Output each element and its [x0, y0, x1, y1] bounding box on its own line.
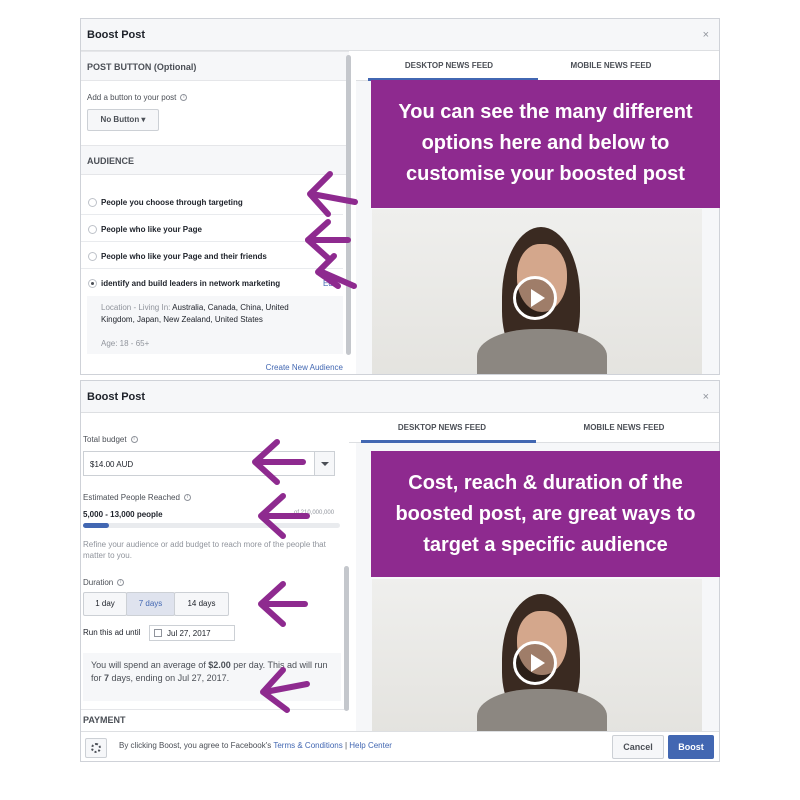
radio-button[interactable]: [88, 225, 97, 234]
video-thumbnail[interactable]: [372, 579, 702, 733]
terms-link[interactable]: Terms & Conditions: [273, 741, 342, 750]
dialog-header: Boost Post ×: [81, 19, 719, 51]
duration-label-row: Duration i: [83, 578, 125, 587]
audience-option-label: People who like your Page: [101, 225, 202, 234]
person-shirt: [477, 329, 607, 374]
dialog-title: Boost Post: [87, 391, 146, 403]
close-icon[interactable]: ×: [703, 391, 709, 403]
info-icon[interactable]: i: [180, 94, 188, 102]
boost-button[interactable]: Boost: [668, 735, 714, 759]
callout-top: You can see the many different options h…: [371, 80, 720, 208]
run-until-label: Run this ad until: [83, 628, 141, 637]
info-icon[interactable]: i: [117, 579, 125, 587]
add-button-label-row: Add a button to your post i: [87, 93, 188, 102]
preview-tabs: DESKTOP NEWS FEED MOBILE NEWS FEED: [349, 413, 719, 443]
summary-suffix: days, ending on Jul 27, 2017.: [109, 673, 230, 683]
help-center-link[interactable]: Help Center: [349, 741, 392, 750]
create-new-audience-link[interactable]: Create New Audience: [266, 363, 343, 372]
arrow-left-icon: [305, 171, 358, 289]
location-text: Location - Living In: Australia, Canada,…: [101, 302, 301, 326]
play-icon[interactable]: [513, 276, 557, 320]
radio-button-selected[interactable]: [88, 279, 97, 288]
dialog-title: Boost Post: [87, 29, 146, 41]
reach-bar-fill: [83, 523, 109, 528]
person-shirt: [477, 689, 607, 733]
tab-desktop-news-feed[interactable]: DESKTOP NEWS FEED: [374, 61, 524, 70]
age-text: Age: 18 - 65+: [101, 339, 150, 348]
close-icon[interactable]: ×: [703, 29, 709, 41]
post-button-section-title: POST BUTTON (Optional): [87, 62, 197, 72]
tab-mobile-news-feed[interactable]: MOBILE NEWS FEED: [536, 61, 686, 70]
audience-option-label: identify and build leaders in network ma…: [101, 279, 281, 288]
post-button-select[interactable]: No Button ▾: [87, 109, 159, 131]
budget-value: $14.00 AUD: [90, 460, 134, 469]
audience-option-label: People you choose through targeting: [101, 198, 243, 207]
calendar-icon: [154, 629, 162, 637]
info-icon[interactable]: i: [130, 436, 138, 444]
callout-bottom: Cost, reach & duration of the boosted po…: [371, 451, 720, 577]
dialog-footer: By clicking Boost, you agree to Facebook…: [81, 731, 719, 761]
estimated-reach-label-row: Estimated People Reached i: [83, 493, 191, 502]
estimated-reach-label: Estimated People Reached: [83, 493, 180, 502]
radio-button[interactable]: [88, 252, 97, 261]
duration-label: Duration: [83, 578, 114, 587]
video-thumbnail[interactable]: [372, 209, 702, 374]
audience-option-label: People who like your Page and their frie…: [101, 252, 267, 261]
radio-button[interactable]: [88, 198, 97, 207]
summary-amount: $2.00: [208, 660, 231, 670]
end-date-field[interactable]: Jul 27, 2017: [149, 625, 235, 641]
play-icon[interactable]: [513, 641, 557, 685]
payment-section-title: PAYMENT: [83, 715, 126, 725]
duration-1-day-button[interactable]: 1 day: [83, 592, 127, 616]
scrollbar[interactable]: [344, 566, 349, 711]
chevron-shape: [321, 462, 329, 466]
tab-desktop-news-feed[interactable]: DESKTOP NEWS FEED: [367, 423, 517, 432]
footer-text: By clicking Boost, you agree to Facebook…: [119, 741, 274, 750]
reach-range: 5,000 - 13,000 people: [83, 510, 163, 519]
total-budget-label: Total budget: [83, 435, 127, 444]
end-date-value: Jul 27, 2017: [167, 629, 211, 638]
gear-icon[interactable]: [85, 738, 107, 758]
audience-section-title: AUDIENCE: [87, 156, 135, 166]
tab-mobile-news-feed[interactable]: MOBILE NEWS FEED: [544, 423, 704, 432]
dialog-header: Boost Post ×: [81, 381, 719, 413]
duration-14-days-button[interactable]: 14 days: [174, 592, 229, 616]
total-budget-label-row: Total budget i: [83, 435, 138, 444]
active-tab-indicator: [361, 440, 536, 443]
footer-terms-text: By clicking Boost, you agree to Facebook…: [119, 741, 392, 750]
summary-prefix: You will spend an average of: [91, 660, 209, 670]
info-icon[interactable]: i: [183, 494, 191, 502]
post-button-section-header: POST BUTTON (Optional): [81, 51, 349, 81]
duration-7-days-button[interactable]: 7 days: [126, 592, 175, 616]
gear-shape: [91, 743, 101, 753]
preview-tabs: DESKTOP NEWS FEED MOBILE NEWS FEED: [356, 51, 719, 81]
location-label: Location - Living In:: [101, 303, 173, 312]
footer-separator: |: [344, 741, 348, 750]
arrow-left-icon: [252, 439, 310, 713]
cancel-button[interactable]: Cancel: [612, 735, 664, 759]
add-button-label: Add a button to your post: [87, 93, 177, 102]
